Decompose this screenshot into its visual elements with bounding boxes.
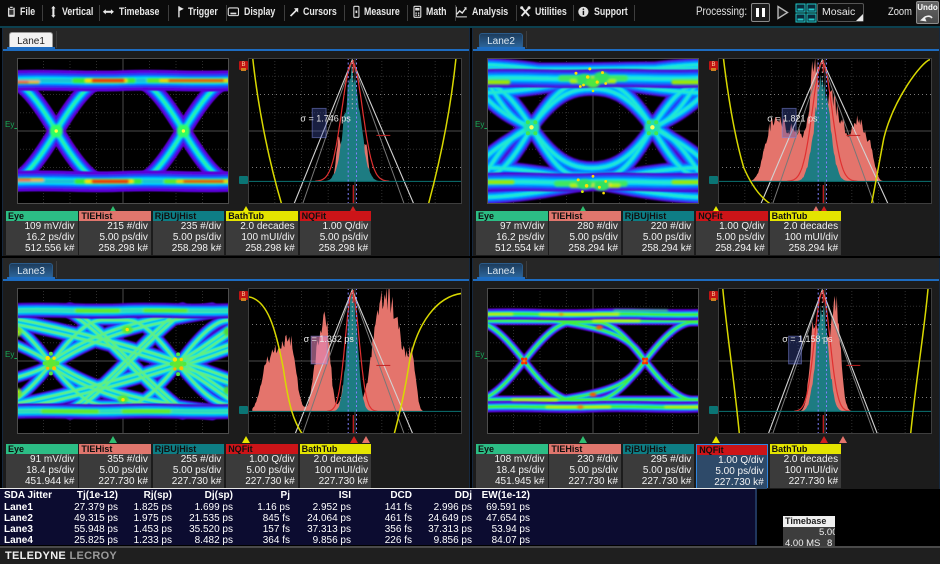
svg-text:σ = 1.746 ps: σ = 1.746 ps	[300, 114, 351, 124]
svg-text:σ = 1.332 ps: σ = 1.332 ps	[304, 334, 355, 344]
svg-text:σ = 1.821 ps: σ = 1.821 ps	[767, 114, 818, 124]
svg-text:σ = 1.158 ps: σ = 1.158 ps	[782, 334, 833, 344]
